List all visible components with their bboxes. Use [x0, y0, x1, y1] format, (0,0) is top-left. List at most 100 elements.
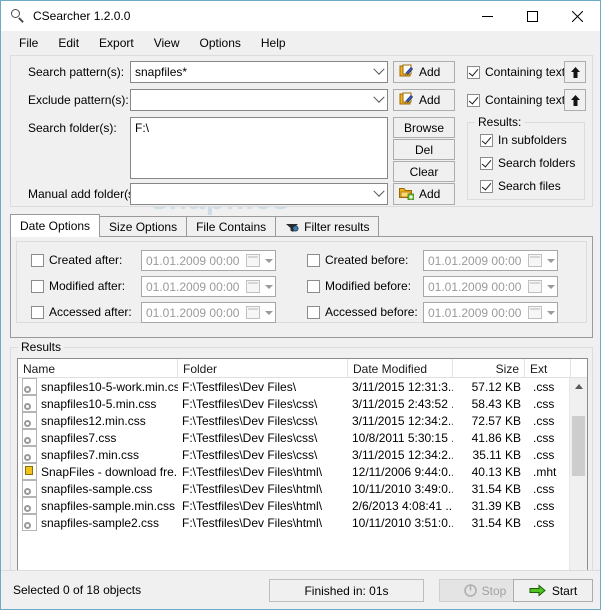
scroll-up-icon[interactable] [570, 378, 587, 395]
menu-help[interactable]: Help [251, 33, 296, 53]
search-folders-input[interactable]: F:\ [130, 117, 388, 179]
tab-filter-results[interactable]: Filter results [275, 216, 380, 237]
created-before-checkbox[interactable]: Created before: [307, 253, 408, 267]
minimize-icon[interactable] [465, 1, 510, 31]
calendar-icon[interactable] [246, 306, 260, 319]
modified-before-value[interactable]: 01.01.2009 00:00 [424, 280, 528, 294]
chevron-down-icon[interactable] [544, 310, 557, 315]
menu-export[interactable]: Export [89, 33, 144, 53]
checkbox-box[interactable] [307, 279, 320, 293]
tab-date-options[interactable]: Date Options [10, 214, 101, 237]
menu-edit[interactable]: Edit [48, 33, 89, 53]
search-patterns-combo[interactable]: snapfiles* [130, 61, 388, 83]
chevron-down-icon[interactable] [544, 284, 557, 289]
created-before-label: Created before: [325, 253, 409, 267]
checkbox-box[interactable] [31, 279, 44, 293]
chevron-down-icon[interactable] [262, 258, 275, 263]
results-vertical-scrollbar[interactable] [569, 378, 587, 581]
cell-date: 12/11/2006 9:44:0... [352, 464, 453, 479]
menu-options[interactable]: Options [190, 33, 251, 53]
modified-before-datepicker[interactable]: 01.01.2009 00:00 [423, 276, 558, 297]
checkbox-box[interactable] [307, 253, 320, 267]
created-before-value[interactable]: 01.01.2009 00:00 [424, 254, 528, 268]
checkbox-box[interactable] [31, 305, 44, 319]
checkbox-box[interactable] [31, 253, 44, 267]
column-header-folder[interactable]: Folder [178, 359, 348, 378]
edit-document-icon [399, 92, 414, 109]
add-pattern-button[interactable]: Add [393, 61, 455, 83]
in-subfolders-checkbox[interactable]: In subfolders [480, 133, 567, 147]
table-row[interactable]: snapfiles7.css F:\Testfiles\Dev Files\cs… [18, 429, 587, 446]
created-after-datepicker[interactable]: 01.01.2009 00:00 [141, 250, 276, 271]
chevron-down-icon[interactable] [262, 284, 275, 289]
results-list-view[interactable]: Name Folder Date Modified Size Ext snapf… [17, 358, 588, 599]
created-before-datepicker[interactable]: 01.01.2009 00:00 [423, 250, 558, 271]
table-row[interactable]: snapfiles7.min.css F:\Testfiles\Dev File… [18, 446, 587, 463]
table-row[interactable]: snapfiles10-5-work.min.css F:\Testfiles\… [18, 378, 587, 395]
chevron-down-icon[interactable] [370, 184, 387, 204]
table-row[interactable]: SnapFiles - download fre... F:\Testfiles… [18, 463, 587, 480]
modified-after-datepicker[interactable]: 01.01.2009 00:00 [141, 276, 276, 297]
calendar-icon[interactable] [528, 280, 542, 293]
column-header-name[interactable]: Name [18, 359, 178, 378]
containing-text-checkbox-1[interactable]: Containing text [467, 65, 565, 79]
accessed-after-value[interactable]: 01.01.2009 00:00 [142, 306, 246, 320]
tab-size-options[interactable]: Size Options [99, 216, 188, 237]
calendar-icon[interactable] [528, 254, 542, 267]
search-folders-checkbox[interactable]: Search folders [480, 156, 575, 170]
checkbox-box[interactable] [467, 65, 480, 79]
created-after-value[interactable]: 01.01.2009 00:00 [142, 254, 246, 268]
modified-after-label: Modified after: [49, 279, 126, 293]
chevron-down-icon[interactable] [544, 258, 557, 263]
browse-button[interactable]: Browse [393, 117, 455, 138]
start-button[interactable]: Start [513, 579, 593, 602]
del-button[interactable]: Del [393, 139, 455, 160]
accessed-before-checkbox[interactable]: Accessed before: [307, 305, 418, 319]
calendar-icon[interactable] [246, 280, 260, 293]
search-files-checkbox[interactable]: Search files [480, 179, 561, 193]
table-row[interactable]: snapfiles-sample.min.css F:\Testfiles\De… [18, 497, 587, 514]
add-exclude-button[interactable]: Add [393, 89, 455, 111]
accessed-before-datepicker[interactable]: 01.01.2009 00:00 [423, 302, 558, 323]
move-up-button-1[interactable] [564, 61, 586, 83]
table-row[interactable]: snapfiles-sample2.css F:\Testfiles\Dev F… [18, 514, 587, 531]
modified-before-checkbox[interactable]: Modified before: [307, 279, 411, 293]
calendar-icon[interactable] [246, 254, 260, 267]
search-patterns-input[interactable]: snapfiles* [131, 65, 370, 79]
column-header-date-modified[interactable]: Date Modified [348, 359, 453, 378]
accessed-after-checkbox[interactable]: Accessed after: [31, 305, 132, 319]
move-up-button-2[interactable] [564, 89, 586, 111]
column-header-ext[interactable]: Ext [525, 359, 571, 378]
menu-view[interactable]: View [144, 33, 190, 53]
add-folder-button[interactable]: Add [393, 183, 455, 205]
maximize-icon[interactable] [510, 1, 555, 31]
menu-file[interactable]: File [9, 33, 48, 53]
cell-name: snapfiles7.min.css [41, 447, 140, 462]
created-after-checkbox[interactable]: Created after: [31, 253, 122, 267]
checkbox-box[interactable] [467, 93, 480, 107]
checkbox-box[interactable] [480, 156, 493, 170]
tab-file-contains[interactable]: File Contains [186, 216, 277, 237]
tab-size-options-label: Size Options [109, 220, 178, 234]
chevron-down-icon[interactable] [370, 62, 387, 82]
checkbox-box[interactable] [480, 179, 493, 193]
clear-button[interactable]: Clear [393, 161, 455, 182]
exclude-patterns-combo[interactable] [130, 89, 388, 111]
table-row[interactable]: snapfiles-sample.css F:\Testfiles\Dev Fi… [18, 480, 587, 497]
close-icon[interactable] [555, 1, 600, 31]
accessed-before-value[interactable]: 01.01.2009 00:00 [424, 306, 528, 320]
modified-after-value[interactable]: 01.01.2009 00:00 [142, 280, 246, 294]
table-row[interactable]: snapfiles10-5.min.css F:\Testfiles\Dev F… [18, 395, 587, 412]
chevron-down-icon[interactable] [262, 310, 275, 315]
column-header-size[interactable]: Size [453, 359, 525, 378]
chevron-down-icon[interactable] [370, 90, 387, 110]
checkbox-box[interactable] [307, 305, 320, 319]
vertical-scroll-thumb[interactable] [572, 416, 585, 476]
checkbox-box[interactable] [480, 133, 493, 147]
manual-add-folders-combo[interactable] [130, 183, 388, 205]
modified-after-checkbox[interactable]: Modified after: [31, 279, 125, 293]
table-row[interactable]: snapfiles12.min.css F:\Testfiles\Dev Fil… [18, 412, 587, 429]
calendar-icon[interactable] [528, 306, 542, 319]
containing-text-checkbox-2[interactable]: Containing text [467, 93, 565, 107]
accessed-after-datepicker[interactable]: 01.01.2009 00:00 [141, 302, 276, 323]
